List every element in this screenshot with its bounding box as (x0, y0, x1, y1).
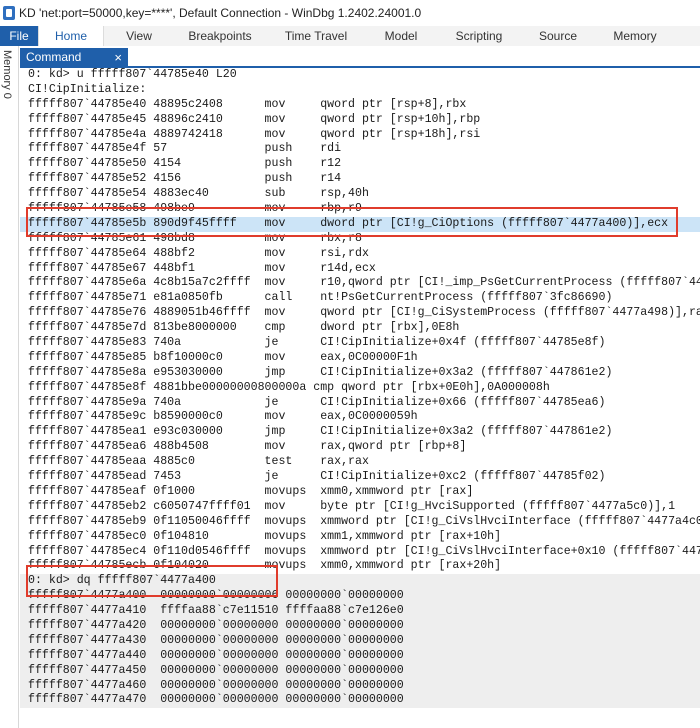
output-line: fffff807`4477a470 00000000`00000000 0000… (20, 693, 700, 709)
output-line: fffff807`44785eb9 0f11050046ffff movups … (28, 514, 700, 528)
command-window-title: Command (26, 50, 82, 64)
ribbon-tabs: File Home View Breakpoints Time Travel M… (0, 26, 700, 46)
tab-model[interactable]: Model (366, 26, 436, 46)
command-prompt-line: 0: kd> dq fffff807`4477a400 (20, 574, 700, 590)
output-line: fffff807`44785e71 e81a0850fb call nt!PsG… (28, 291, 613, 305)
output-line: fffff807`44785e9a 740a je CI!CipInitiali… (28, 395, 606, 409)
output-line: fffff807`44785ea6 488b4508 mov rax,qword… (28, 440, 467, 454)
memory-panel-label[interactable]: Memory 0 (1, 50, 13, 99)
output-line: fffff807`44785e76 4889051b46ffff mov qwo… (28, 306, 700, 320)
output-line: fffff807`44785e67 448bf1 mov r14d,ecx (28, 261, 376, 275)
output-line: fffff807`44785e58 498be9 mov rbp,r9 (28, 202, 362, 216)
output-line: fffff807`44785e5b 890d9f45ffff mov dword… (20, 216, 700, 232)
output-line: fffff807`44785e9c b8590000c0 mov eax,0C0… (28, 410, 418, 424)
output-line: fffff807`44785eaa 4885c0 test rax,rax (28, 455, 369, 469)
output-line: fffff807`4477a400 00000000`00000006 0000… (20, 589, 700, 605)
output-line: fffff807`4477a420 00000000`00000000 0000… (20, 618, 700, 634)
tab-file[interactable]: File (0, 26, 38, 46)
tab-source[interactable]: Source (522, 26, 594, 46)
tab-home[interactable]: Home (38, 26, 104, 46)
output-line: fffff807`4477a410 ffffaa88`c7e11510 ffff… (20, 604, 700, 619)
command-prompt-line: 0: kd> u fffff807`44785e40 L20 (28, 68, 237, 81)
output-line: fffff807`4477a450 00000000`00000000 0000… (20, 663, 700, 679)
command-window-tab[interactable]: Command × (20, 48, 128, 66)
tab-breakpoints[interactable]: Breakpoints (174, 26, 266, 46)
output-line: fffff807`44785e7d 813be8000000 cmp dword… (28, 321, 460, 335)
output-line: fffff807`44785ec4 0f110d0546ffff movups … (28, 544, 700, 558)
output-line: fffff807`44785e83 740a je CI!CipInitiali… (28, 336, 606, 350)
tab-time-travel[interactable]: Time Travel (266, 26, 366, 46)
title-bar: KD 'net:port=50000,key=****', Default Co… (0, 0, 700, 26)
window-title: KD 'net:port=50000,key=****', Default Co… (19, 6, 422, 20)
output-line: fffff807`44785e6a 4c8b15a7c2ffff mov r10… (28, 276, 700, 290)
output-line: fffff807`44785eaf 0f1000 movups xmm0,xmm… (28, 484, 474, 498)
windbg-app-icon (3, 6, 15, 20)
output-line: fffff807`44785e54 4883ec40 sub rsp,40h (28, 187, 369, 201)
tab-memory[interactable]: Memory (594, 26, 676, 46)
output-line: fffff807`44785e45 48896c2410 mov qword p… (28, 112, 481, 126)
output-line: fffff807`44785e64 488bf2 mov rsi,rdx (28, 246, 369, 260)
output-line: fffff807`44785eb2 c6050747ffff01 mov byt… (28, 499, 676, 513)
output-line: fffff807`44785e4a 4889742418 mov qword p… (28, 127, 481, 141)
output-line: fffff807`44785ec0 0f104810 movups xmm1,x… (28, 529, 502, 543)
tab-view[interactable]: View (104, 26, 174, 46)
output-line: fffff807`44785ecb 0f104020 movups xmm0,x… (28, 559, 502, 573)
output-line: fffff807`44785ea1 e93c030000 jmp CI!CipI… (28, 425, 613, 439)
output-line: fffff807`44785ead 7453 je CI!CipInitiali… (28, 470, 606, 484)
output-line: fffff807`44785e40 48895c2408 mov qword p… (28, 97, 467, 111)
output-line: fffff807`44785e85 b8f10000c0 mov eax,0C0… (28, 350, 418, 364)
output-line: CI!CipInitialize: (28, 82, 147, 96)
output-line: fffff807`4477a440 00000000`00000000 0000… (20, 648, 700, 664)
output-line: fffff807`44785e8a e953030000 jmp CI!CipI… (28, 365, 613, 379)
command-output[interactable]: 0: kd> u fffff807`44785e40 L20 CI!CipInit… (20, 68, 700, 728)
output-line: fffff807`4477a430 00000000`00000000 0000… (20, 633, 700, 649)
memory-side-panel[interactable]: Memory 0 (0, 46, 19, 728)
output-line: fffff807`44785e50 4154 push r12 (28, 157, 342, 171)
tab-scripting[interactable]: Scripting (436, 26, 522, 46)
output-line: fffff807`4477a460 00000000`00000000 0000… (20, 678, 700, 694)
output-line: fffff807`44785e52 4156 push r14 (28, 172, 342, 186)
close-icon[interactable]: × (114, 50, 122, 65)
output-line: fffff807`44785e8f 4881bbe00000000800000a… (28, 380, 550, 394)
output-line: fffff807`44785e61 498bd8 mov rbx,r8 (28, 231, 362, 245)
output-line: fffff807`44785e4f 57 push rdi (28, 142, 342, 156)
